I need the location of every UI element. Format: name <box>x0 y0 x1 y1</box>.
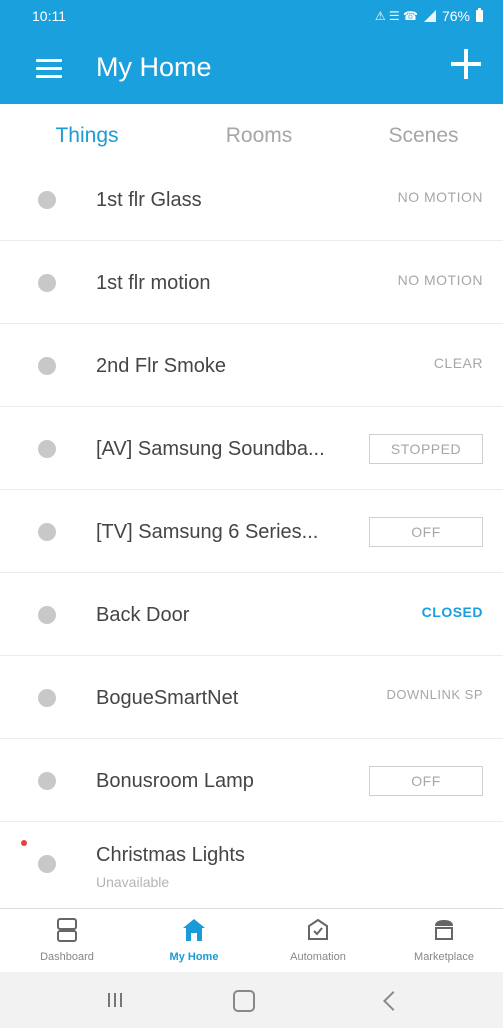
nav-marketplace[interactable]: Marketplace <box>396 909 492 973</box>
marketplace-icon <box>435 920 453 940</box>
automation-icon <box>308 918 328 940</box>
signal-icon <box>423 10 436 22</box>
dashboard-icon <box>57 918 77 942</box>
device-status: CLEAR <box>433 355 483 371</box>
nav-dashboard-label: Dashboard <box>40 951 94 963</box>
device-status-dot <box>38 689 56 707</box>
home-icon <box>183 919 205 941</box>
device-status-dot <box>38 191 56 209</box>
device-row-2nd-flr-smoke[interactable]: 2nd Flr Smoke CLEAR <box>0 324 503 407</box>
device-status-dot <box>38 606 56 624</box>
device-status: NO MOTION <box>397 272 483 288</box>
device-name: Bonusroom Lamp <box>96 770 254 792</box>
app-bar: My Home <box>0 32 503 104</box>
system-status-glyphs: ⚠ ☰ ☎ <box>374 9 418 23</box>
device-name: 1st flr Glass <box>96 189 202 211</box>
device-row-bonusroom-lamp[interactable]: Bonusroom Lamp OFF <box>0 739 503 822</box>
device-status-dot <box>38 357 56 375</box>
device-status-button[interactable]: OFF <box>369 766 483 796</box>
device-status-button[interactable]: OFF <box>369 517 483 547</box>
device-status-dot <box>38 772 56 790</box>
device-status-button[interactable]: STOPPED <box>369 434 483 464</box>
device-status: CLOSED <box>421 604 483 620</box>
status-bar: 10:11 ⚠ ☰ ☎ 76% <box>0 0 503 32</box>
device-name: [TV] Samsung 6 Series... <box>96 521 319 543</box>
device-row-1st-flr-glass[interactable]: 1st flr Glass NO MOTION <box>0 158 503 241</box>
device-name: Christmas Lights <box>96 844 245 866</box>
alert-indicator <box>21 840 27 846</box>
device-status-dot <box>38 440 56 458</box>
device-status-dot <box>38 274 56 292</box>
nav-automation[interactable]: Automation <box>270 909 366 973</box>
device-name: 2nd Flr Smoke <box>96 355 227 377</box>
menu-icon[interactable] <box>36 59 62 79</box>
system-home-button[interactable] <box>233 990 255 1012</box>
tab-bar: Things Rooms Scenes <box>0 104 503 163</box>
system-status-icons: ⚠ ☰ ☎ 76% <box>375 8 483 24</box>
device-row-back-door[interactable]: Back Door CLOSED <box>0 573 503 656</box>
tab-scenes[interactable]: Scenes <box>344 104 503 162</box>
add-icon[interactable] <box>451 49 481 79</box>
device-name: BogueSmartNet <box>96 687 239 709</box>
device-row-soundbar[interactable]: [AV] Samsung Soundba... STOPPED <box>0 407 503 490</box>
nav-dashboard[interactable]: Dashboard <box>20 909 114 973</box>
device-name: [AV] Samsung Soundba... <box>96 438 325 460</box>
nav-marketplace-label: Marketplace <box>414 951 474 963</box>
bottom-navigation: Dashboard My Home Automation Marketplace <box>0 908 503 973</box>
battery-percentage: 76% <box>441 8 470 24</box>
device-row-boguesmartnet[interactable]: BogueSmartNet DOWNLINK SP <box>0 656 503 739</box>
device-row-tv[interactable]: [TV] Samsung 6 Series... OFF <box>0 490 503 573</box>
battery-icon <box>476 8 483 22</box>
recent-apps-button[interactable] <box>108 988 132 1012</box>
device-row-1st-flr-motion[interactable]: 1st flr motion NO MOTION <box>0 241 503 324</box>
device-status: NO MOTION <box>397 189 483 205</box>
device-name: Back Door <box>96 604 190 626</box>
device-status-dot <box>38 855 56 873</box>
nav-my-home[interactable]: My Home <box>146 909 242 973</box>
back-button[interactable] <box>383 991 403 1011</box>
tab-rooms[interactable]: Rooms <box>174 104 344 162</box>
device-status-dot <box>38 523 56 541</box>
tab-things[interactable]: Things <box>0 104 174 162</box>
page-title: My Home <box>96 52 212 82</box>
device-name: 1st flr motion <box>96 272 211 294</box>
nav-my-home-label: My Home <box>169 951 219 963</box>
device-subtext: Unavailable <box>96 874 170 890</box>
device-list: 1st flr Glass NO MOTION 1st flr motion N… <box>0 158 503 911</box>
device-status: DOWNLINK SP <box>386 687 483 702</box>
status-time: 10:11 <box>32 8 66 24</box>
system-navigation-bar <box>0 972 503 1028</box>
device-row-christmas-lights[interactable]: Christmas Lights Unavailable <box>0 822 503 911</box>
nav-automation-label: Automation <box>290 951 346 963</box>
